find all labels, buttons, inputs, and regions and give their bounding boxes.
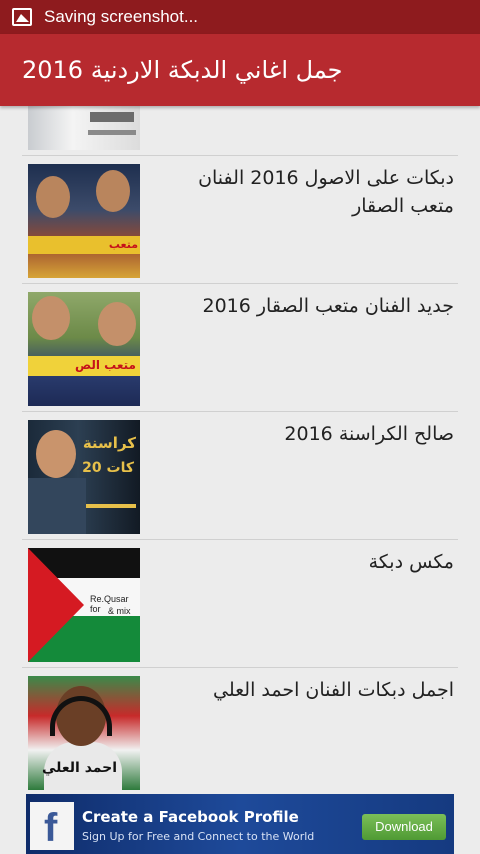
list-item-title: جديد الفنان متعب الصقار 2016 [202,295,454,317]
status-text: Saving screenshot... [44,7,199,26]
thumbnail-singer-poster: كراسنة كات 20 [28,420,140,534]
app-title: جمل اغاني الدبكة الاردنية 2016 [22,56,343,84]
ad-banner[interactable]: f Create a Facebook Profile Sign Up for … [26,794,454,854]
list-item-title: صالح الكراسنة 2016 [284,423,454,445]
ad-title: Create a Facebook Profile [82,808,299,826]
thumbnail-partial [28,106,140,150]
app-bar: جمل اغاني الدبكة الاردنية 2016 [0,34,480,106]
list-item[interactable]: احمد العلي اجمل دبكات الفنان احمد العلي [22,668,458,790]
screenshot-icon [12,8,32,26]
thumbnail-singer-mic: متعب الص [28,292,140,406]
status-bar: Saving screenshot... [0,0,480,34]
song-list[interactable]: متعب دبكات على الاصول 2016 الفنان متعب ا… [0,106,480,790]
list-item[interactable]: متعب الص جديد الفنان متعب الصقار 2016 [22,284,458,412]
list-item[interactable]: متعب دبكات على الاصول 2016 الفنان متعب ا… [22,156,458,284]
list-item[interactable]: Re.Qusar for & mix مكس دبكة [22,540,458,668]
thumbnail-singer-headset: احمد العلي [28,676,140,790]
list-item[interactable] [22,106,458,156]
list-item-title: مكس دبكة [368,551,454,573]
ad-subtitle: Sign Up for Free and Connect to the Worl… [82,830,315,843]
list-item-title: دبكات على الاصول 2016 الفنان متعب الصقار [198,167,454,217]
list-item-title: اجمل دبكات الفنان احمد العلي [213,679,454,701]
thumbnail-singers-mic: متعب [28,164,140,278]
thumb-caption-2: & mix [108,606,131,616]
ad-download-button[interactable]: Download [362,814,446,840]
facebook-logo-icon: f [30,802,74,850]
thumbnail-palestine-flag: Re.Qusar for & mix [28,548,140,662]
list-item[interactable]: كراسنة كات 20 صالح الكراسنة 2016 [22,412,458,540]
